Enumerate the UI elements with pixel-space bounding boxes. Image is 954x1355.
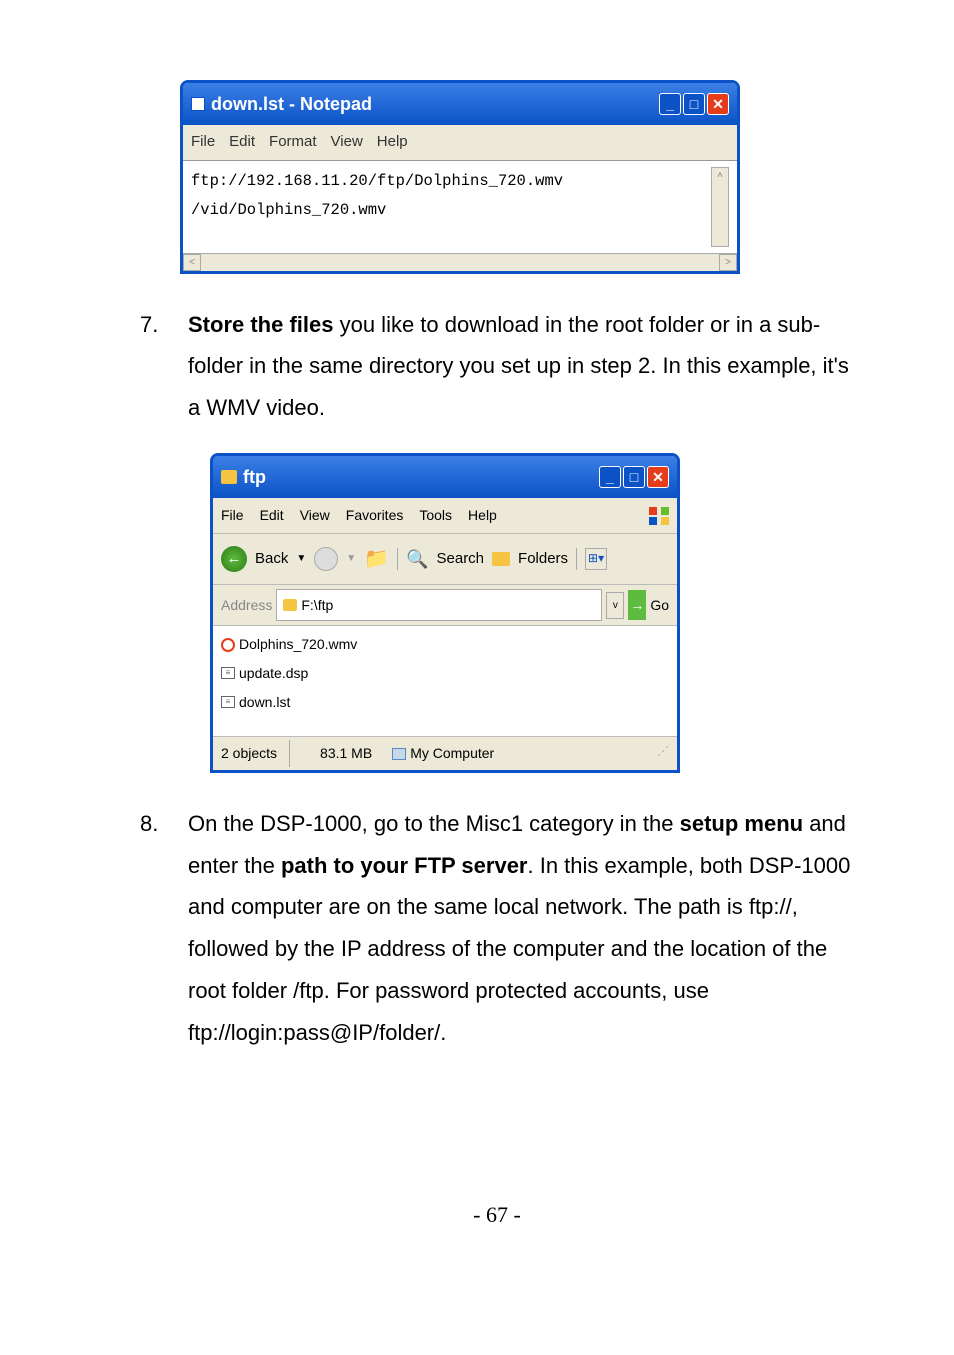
menu-file[interactable]: File: [221, 502, 244, 529]
menu-view[interactable]: View: [300, 502, 330, 529]
file-name: update.dsp: [239, 660, 308, 687]
text-part: On the DSP-1000, go to the Misc1 categor…: [188, 811, 680, 836]
wmv-icon: [221, 638, 235, 652]
window-control-buttons: _ □ ✕: [659, 93, 729, 115]
back-dropdown[interactable]: ▼: [296, 549, 306, 568]
step-text: On the DSP-1000, go to the Misc1 categor…: [188, 803, 854, 1054]
explorer-toolbar: ← Back ▼ ▼ 📁 🔍 Search Folders ⊞▾: [213, 534, 677, 585]
menu-tools[interactable]: Tools: [419, 502, 452, 529]
step-text: Store the files you like to download in …: [188, 304, 854, 429]
notepad-title-bar: down.lst - Notepad _ □ ✕: [183, 83, 737, 125]
hscroll-left[interactable]: <: [183, 254, 201, 271]
step-number: 7.: [140, 304, 188, 429]
folders-label[interactable]: Folders: [518, 545, 568, 574]
menu-format[interactable]: Format: [269, 128, 317, 157]
file-name: Dolphins_720.wmv: [239, 631, 357, 658]
hscroll[interactable]: < >: [183, 253, 737, 271]
file-item[interactable]: ≡ update.dsp: [221, 659, 669, 688]
address-field[interactable]: F:\ftp: [276, 589, 602, 622]
search-label[interactable]: Search: [437, 545, 485, 574]
dsp-icon: ≡: [221, 667, 235, 679]
step-number: 8.: [140, 803, 188, 1054]
text-part: . In this example, both DSP-1000 and com…: [188, 853, 850, 1045]
back-label[interactable]: Back: [255, 545, 288, 574]
forward-button[interactable]: [314, 547, 338, 571]
explorer-title-bar: ftp _ □ ✕: [213, 456, 677, 498]
menu-help[interactable]: Help: [468, 502, 497, 529]
status-size: 83.1 MB: [289, 740, 372, 767]
explorer-menu-bar: File Edit View Favorites Tools Help: [213, 498, 677, 534]
folder-icon: [221, 470, 237, 484]
address-path: F:\ftp: [301, 592, 333, 619]
address-label: Address: [221, 592, 272, 619]
minimize-button[interactable]: _: [599, 466, 621, 488]
file-list: Dolphins_720.wmv ≡ update.dsp ≡ down.lst: [213, 626, 677, 736]
step-8: 8. On the DSP-1000, go to the Misc1 cate…: [140, 803, 854, 1054]
window-control-buttons: _ □ ✕: [599, 466, 669, 488]
explorer-title-text: ftp: [243, 460, 266, 494]
status-bar: 2 objects 83.1 MB My Computer ⋰: [213, 736, 677, 770]
menu-edit[interactable]: Edit: [229, 128, 255, 157]
status-location-text: My Computer: [410, 740, 494, 767]
file-item[interactable]: ≡ down.lst: [221, 688, 669, 717]
address-dropdown[interactable]: v: [606, 592, 624, 619]
vscroll[interactable]: ^: [711, 167, 729, 247]
menu-edit[interactable]: Edit: [260, 502, 284, 529]
lst-icon: ≡: [221, 696, 235, 708]
status-objects: 2 objects: [221, 740, 289, 767]
file-name: down.lst: [239, 689, 290, 716]
folders-icon[interactable]: [492, 552, 510, 566]
status-location: My Computer: [392, 740, 494, 767]
page-number: - 67 -: [140, 1194, 854, 1236]
address-folder-icon: [283, 599, 297, 611]
menu-help[interactable]: Help: [377, 128, 408, 157]
forward-dropdown[interactable]: ▼: [346, 549, 356, 568]
close-button[interactable]: ✕: [647, 466, 669, 488]
windows-flag-icon: [649, 507, 669, 525]
bold-text: path to your FTP server: [281, 853, 528, 878]
hscroll-right[interactable]: >: [719, 254, 737, 271]
maximize-button[interactable]: □: [683, 93, 705, 115]
up-folder-icon[interactable]: 📁: [364, 540, 389, 578]
notepad-title-text: down.lst - Notepad: [211, 87, 372, 121]
search-icon[interactable]: 🔍: [406, 542, 428, 576]
views-button[interactable]: ⊞▾: [585, 548, 607, 570]
file-item[interactable]: Dolphins_720.wmv: [221, 630, 669, 659]
notepad-menu-bar: File Edit Format View Help: [183, 125, 737, 161]
menu-view[interactable]: View: [331, 128, 363, 157]
address-bar: Address F:\ftp v → Go: [213, 585, 677, 627]
go-label[interactable]: Go: [650, 592, 669, 619]
step-7: 7. Store the files you like to download …: [140, 304, 854, 429]
my-computer-icon: [392, 748, 406, 760]
back-button-icon[interactable]: ←: [221, 546, 247, 572]
notepad-app-icon: [191, 97, 205, 111]
resize-grip[interactable]: ⋰: [657, 740, 669, 767]
step-bold-text: Store the files: [188, 312, 333, 337]
minimize-button[interactable]: _: [659, 93, 681, 115]
notepad-body: ftp://192.168.11.20/ftp/Dolphins_720.wmv…: [183, 161, 737, 253]
menu-favorites[interactable]: Favorites: [346, 502, 404, 529]
notepad-window: down.lst - Notepad _ □ ✕ File Edit Forma…: [180, 80, 740, 274]
menu-file[interactable]: File: [191, 128, 215, 157]
maximize-button[interactable]: □: [623, 466, 645, 488]
go-button-icon[interactable]: →: [628, 590, 646, 621]
notepad-content[interactable]: ftp://192.168.11.20/ftp/Dolphins_720.wmv…: [191, 167, 711, 247]
bold-text: setup menu: [680, 811, 803, 836]
explorer-window: ftp _ □ ✕ File Edit View Favorites Tools…: [210, 453, 680, 773]
close-button[interactable]: ✕: [707, 93, 729, 115]
